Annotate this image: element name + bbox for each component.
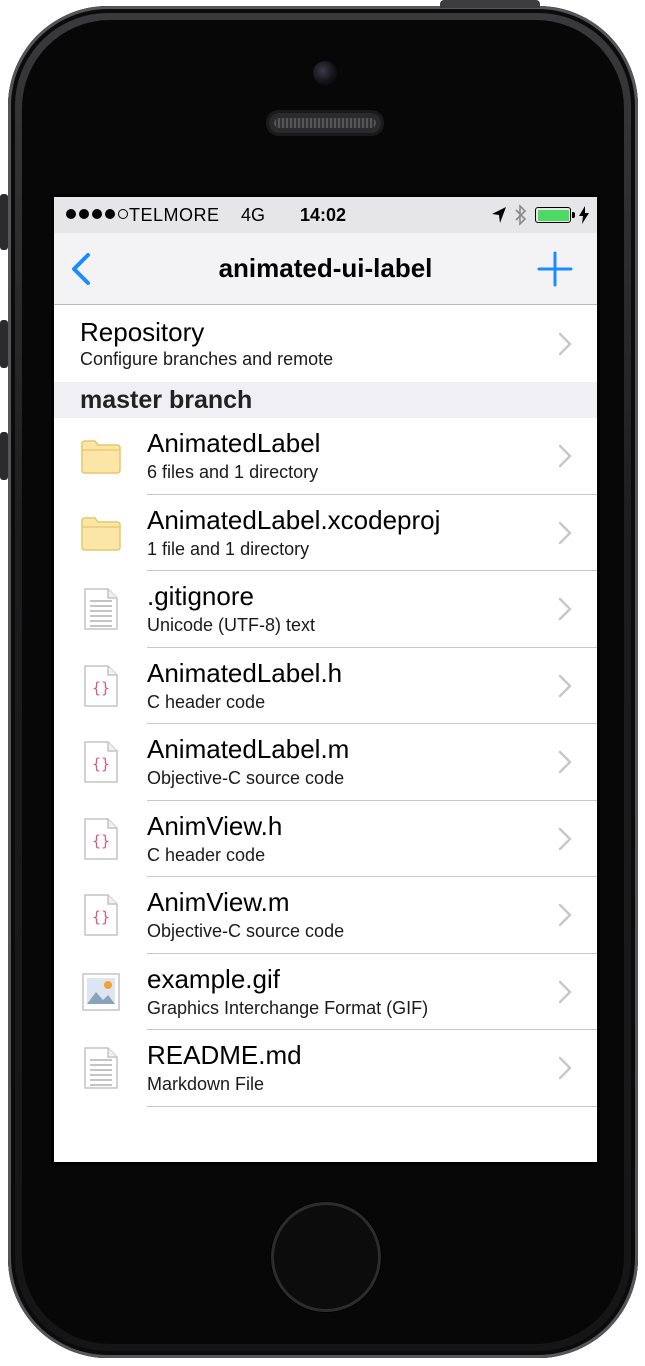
chevron-right-icon (558, 674, 572, 697)
file-detail: Objective-C source code (147, 768, 345, 788)
svg-text:{}: {} (92, 908, 110, 926)
section-header-label: master branch (80, 386, 253, 414)
folder-icon (80, 511, 122, 555)
file-row[interactable]: {} AnimView.m Objective-C source code (54, 877, 597, 954)
carrier-name: TELMORE (129, 205, 220, 225)
volume-down-button (0, 432, 8, 480)
file-name: AnimView.h (147, 810, 283, 841)
file-row[interactable]: .gitignore Unicode (UTF-8) text (54, 571, 597, 648)
chevron-right-icon (558, 1056, 572, 1080)
file-row[interactable]: {} AnimatedLabel.h C header code (54, 647, 597, 724)
code-file-icon: {} (80, 664, 122, 708)
signal-dot (66, 209, 76, 219)
file-detail: C header code (147, 691, 266, 712)
file-row[interactable]: {} AnimView.h C header code (54, 800, 597, 877)
text-document-icon (80, 587, 122, 631)
volume-up-button (0, 320, 8, 368)
power-button (440, 0, 540, 8)
file-row[interactable]: AnimatedLabel 6 files and 1 directory (54, 418, 597, 495)
front-camera (313, 61, 337, 85)
file-name: AnimatedLabel (147, 428, 321, 458)
repository-row[interactable]: Repository Configure branches and remote (54, 305, 597, 382)
file-detail: 6 files and 1 directory (147, 462, 319, 482)
navigation-bar: animated-ui-label (54, 233, 597, 305)
file-name: AnimatedLabel.h (147, 657, 343, 688)
repository-subtitle: Configure branches and remote (80, 349, 334, 369)
plus-icon[interactable] (535, 249, 575, 289)
repository-title: Repository (80, 317, 205, 347)
location-arrow-icon (492, 207, 506, 223)
mute-switch (0, 194, 8, 250)
battery-level (537, 209, 569, 221)
file-row[interactable]: README.md Markdown File (54, 1030, 597, 1107)
status-bar: TELMORE 4G 14:02 (54, 197, 597, 233)
page-title: animated-ui-label (218, 253, 433, 283)
battery-icon (535, 207, 575, 223)
text-document-icon (80, 1046, 122, 1090)
row-separator (147, 1105, 597, 1107)
charging-bolt-icon (579, 206, 589, 224)
signal-dot (79, 209, 89, 219)
file-name: README.md (147, 1040, 302, 1070)
earpiece-speaker (266, 110, 384, 136)
svg-text:{}: {} (92, 679, 110, 697)
file-row[interactable]: {} AnimatedLabel.m Objective-C source code (54, 724, 597, 801)
home-button[interactable] (271, 1202, 381, 1312)
bluetooth-icon (515, 204, 527, 226)
status-time: 14:02 (300, 205, 347, 225)
signal-dot (92, 209, 102, 219)
file-detail: Objective-C source code (147, 921, 345, 941)
screen: TELMORE 4G 14:02 animated-ui-label Repos… (51, 194, 600, 1165)
network-type: 4G (241, 205, 266, 225)
svg-text:{}: {} (92, 755, 110, 773)
code-file-icon: {} (80, 817, 122, 861)
file-name: AnimatedLabel.xcodeproj (147, 504, 441, 535)
code-file-icon: {} (80, 893, 122, 937)
section-header: master branch (54, 382, 597, 418)
chevron-right-icon (558, 521, 572, 544)
file-row[interactable]: example.gif Graphics Interchange Format (… (54, 953, 597, 1030)
code-file-icon: {} (80, 740, 122, 784)
file-detail: Graphics Interchange Format (GIF) (147, 997, 429, 1018)
folder-icon (80, 434, 122, 478)
signal-dot (118, 209, 128, 219)
file-detail: C header code (147, 844, 266, 865)
chevron-right-icon (558, 827, 572, 850)
file-detail: Markdown File (147, 1074, 265, 1094)
signal-dot (105, 209, 115, 219)
file-name: AnimView.m (147, 887, 290, 917)
chevron-right-icon (558, 597, 572, 621)
chevron-right-icon (558, 332, 572, 356)
file-row[interactable]: AnimatedLabel.xcodeproj 1 file and 1 dire… (54, 494, 597, 571)
chevron-right-icon (558, 750, 572, 774)
file-name: .gitignore (147, 581, 254, 611)
file-name: example.gif (147, 963, 280, 994)
chevron-right-icon (558, 444, 572, 468)
chevron-right-icon (558, 903, 572, 927)
chevron-right-icon (558, 980, 572, 1003)
signal-strength-icon (66, 209, 128, 219)
image-file-icon (80, 970, 122, 1014)
file-detail: 1 file and 1 directory (147, 538, 310, 559)
svg-text:{}: {} (92, 832, 110, 850)
file-detail: Unicode (UTF-8) text (147, 615, 316, 635)
file-name: AnimatedLabel.m (147, 734, 350, 764)
